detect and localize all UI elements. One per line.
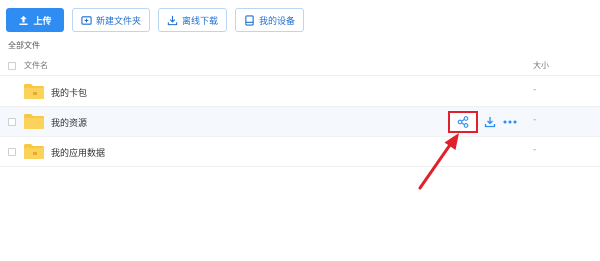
upload-icon (19, 15, 29, 25)
new-folder-button[interactable]: 新建文件夹 (72, 8, 151, 32)
column-name-header[interactable]: 文件名 (24, 60, 48, 71)
column-size-header[interactable]: 大小 (533, 60, 549, 71)
offline-download-button[interactable]: 离线下载 (158, 8, 228, 32)
row-checkbox[interactable] (8, 118, 16, 126)
folder-icon (24, 84, 44, 99)
upload-button-label: 上传 (33, 16, 52, 27)
file-list-header: 文件名 大小 (0, 56, 600, 76)
more-icon (503, 120, 517, 124)
more-button[interactable] (501, 114, 519, 130)
file-row[interactable]: 我的卡包 - (0, 77, 600, 107)
file-size: - (533, 145, 537, 155)
share-button[interactable] (448, 111, 478, 133)
folder-icon (24, 114, 44, 129)
offline-download-button-label: 离线下载 (182, 16, 219, 27)
file-row[interactable]: 我的资源 - (0, 107, 600, 137)
new-folder-icon (81, 15, 92, 25)
file-name[interactable]: 我的资源 (51, 116, 87, 129)
row-checkbox[interactable] (8, 148, 16, 156)
select-all-checkbox[interactable] (8, 62, 16, 70)
file-name[interactable]: 我的应用数据 (51, 146, 105, 159)
download-icon (484, 117, 496, 128)
download-icon (167, 15, 178, 25)
share-icon (457, 116, 469, 128)
my-devices-button-label: 我的设备 (259, 16, 296, 27)
new-folder-button-label: 新建文件夹 (96, 16, 142, 27)
download-button[interactable] (482, 114, 498, 130)
file-name[interactable]: 我的卡包 (51, 86, 87, 99)
file-size: - (533, 85, 537, 95)
file-size: - (533, 115, 537, 125)
my-devices-button[interactable]: 我的设备 (235, 8, 305, 32)
file-row[interactable]: 我的应用数据 - (0, 137, 600, 167)
annotation-arrow-icon (418, 133, 459, 190)
toolbar: 上传 新建文件夹 离线下载 我的设备 (6, 8, 305, 32)
upload-button[interactable]: 上传 (6, 8, 64, 32)
row-actions (448, 111, 519, 133)
folder-icon (24, 144, 44, 159)
device-icon (245, 14, 254, 26)
breadcrumb[interactable]: 全部文件 (8, 40, 40, 51)
